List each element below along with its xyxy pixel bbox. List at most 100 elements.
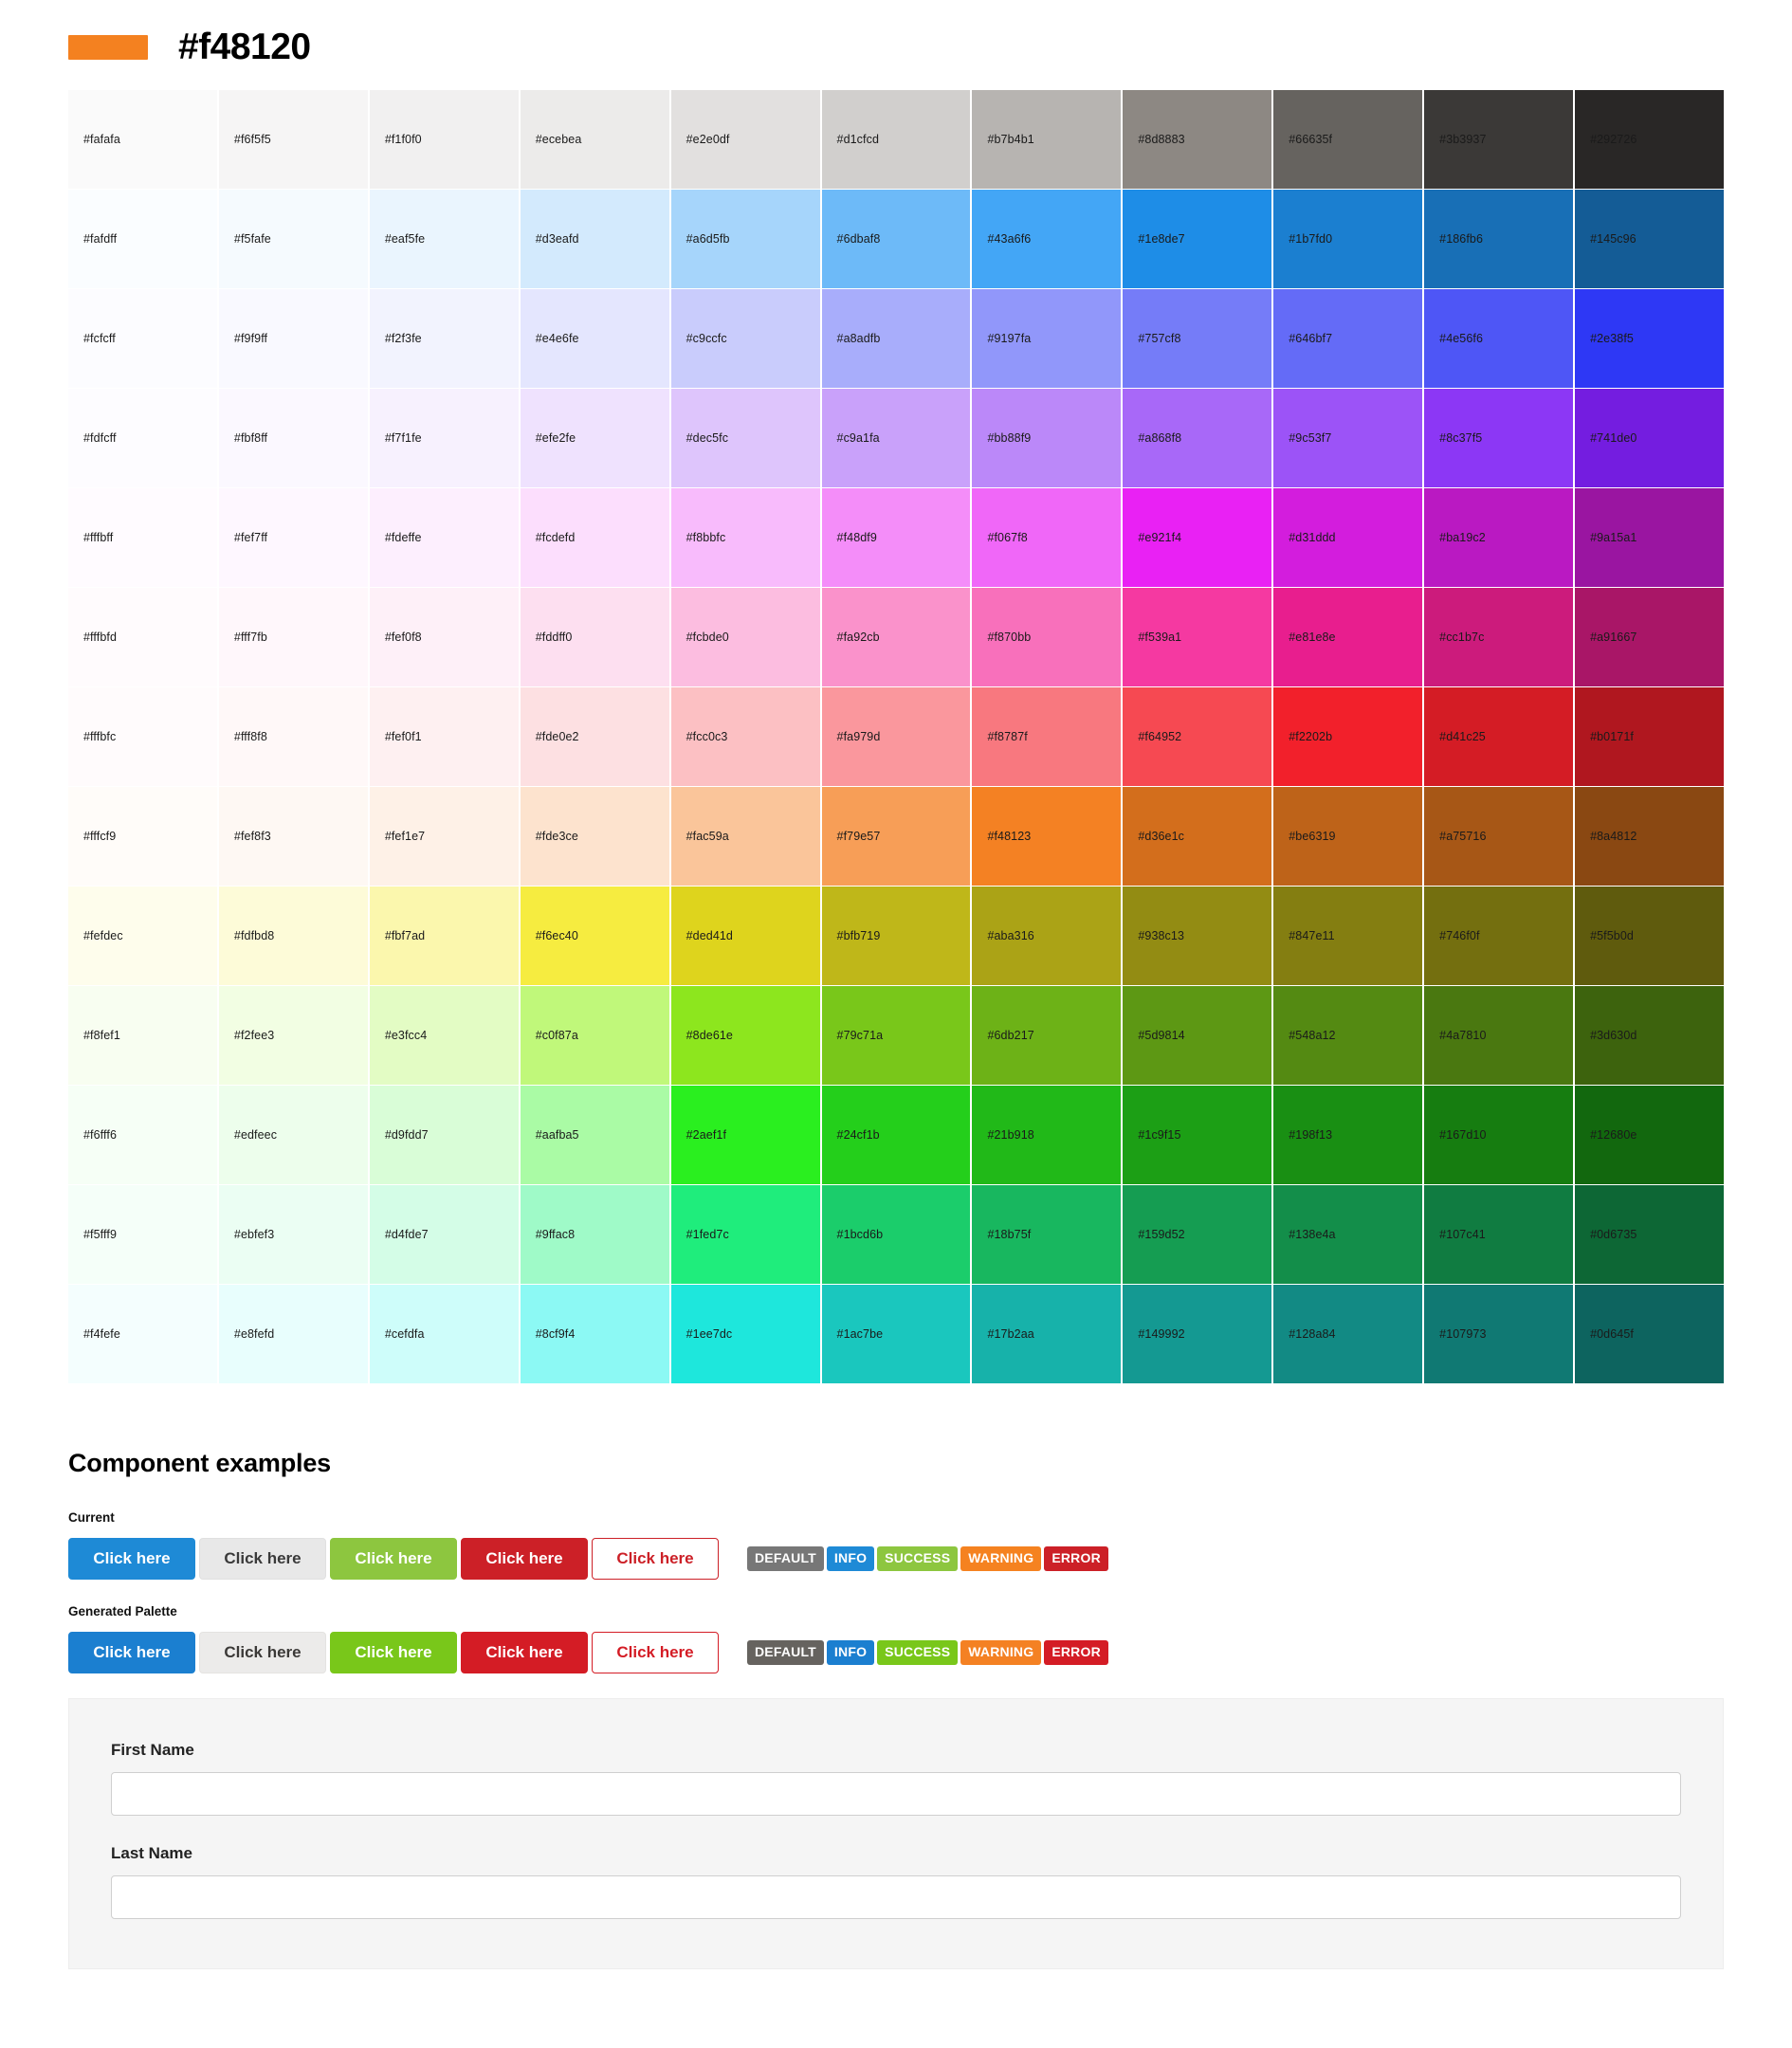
color-swatch[interactable]: #ba19c2 xyxy=(1424,488,1574,587)
color-swatch[interactable]: #be6319 xyxy=(1273,787,1423,886)
color-swatch[interactable]: #d41c25 xyxy=(1424,687,1574,786)
color-swatch[interactable]: #2aef1f xyxy=(670,1086,820,1184)
color-swatch[interactable]: #149992 xyxy=(1123,1285,1272,1383)
color-swatch[interactable]: #f2fee3 xyxy=(218,986,368,1085)
color-swatch[interactable]: #fdeffe xyxy=(369,488,519,587)
color-swatch[interactable]: #d1cfcd xyxy=(821,90,971,189)
color-swatch[interactable]: #1fed7c xyxy=(670,1185,820,1284)
color-swatch[interactable]: #186fb6 xyxy=(1424,190,1574,288)
color-swatch[interactable]: #746f0f xyxy=(1424,887,1574,985)
color-swatch[interactable]: #1c9f15 xyxy=(1123,1086,1272,1184)
color-swatch[interactable]: #3d630d xyxy=(1575,986,1724,1085)
click-here-primary-button[interactable]: Click here xyxy=(68,1538,195,1580)
color-swatch[interactable]: #107973 xyxy=(1424,1285,1574,1383)
color-swatch[interactable]: #8a4812 xyxy=(1575,787,1724,886)
color-swatch[interactable]: #fffbff xyxy=(68,488,217,587)
color-swatch[interactable]: #dec5fc xyxy=(670,389,820,487)
color-swatch[interactable]: #107c41 xyxy=(1424,1185,1574,1284)
color-swatch[interactable]: #edfeec xyxy=(218,1086,368,1184)
color-swatch[interactable]: #1e8de7 xyxy=(1123,190,1272,288)
color-swatch[interactable]: #fef8f3 xyxy=(218,787,368,886)
color-swatch[interactable]: #fffcf9 xyxy=(68,787,217,886)
color-swatch[interactable]: #fbf8ff xyxy=(218,389,368,487)
color-swatch[interactable]: #6dbaf8 xyxy=(821,190,971,288)
color-swatch[interactable]: #d4fde7 xyxy=(369,1185,519,1284)
color-swatch[interactable]: #fcfcff xyxy=(68,289,217,388)
color-swatch[interactable]: #5d9814 xyxy=(1123,986,1272,1085)
color-swatch[interactable]: #2e38f5 xyxy=(1575,289,1724,388)
color-swatch[interactable]: #fa92cb xyxy=(821,588,971,686)
color-swatch[interactable]: #d9fdd7 xyxy=(369,1086,519,1184)
color-swatch[interactable]: #aba316 xyxy=(972,887,1122,985)
color-swatch[interactable]: #f2f3fe xyxy=(369,289,519,388)
color-swatch[interactable]: #f539a1 xyxy=(1123,588,1272,686)
color-swatch[interactable]: #21b918 xyxy=(972,1086,1122,1184)
click-here-success-button[interactable]: Click here xyxy=(330,1538,457,1580)
color-swatch[interactable]: #e81e8e xyxy=(1273,588,1423,686)
color-swatch[interactable]: #4e56f6 xyxy=(1424,289,1574,388)
color-swatch[interactable]: #a8adfb xyxy=(821,289,971,388)
color-swatch[interactable]: #3b3937 xyxy=(1424,90,1574,189)
gp-click-here-success-button[interactable]: Click here xyxy=(330,1632,457,1673)
color-swatch[interactable]: #f6fff6 xyxy=(68,1086,217,1184)
gp-click-here-primary-button[interactable]: Click here xyxy=(68,1632,195,1673)
color-swatch[interactable]: #757cf8 xyxy=(1123,289,1272,388)
color-swatch[interactable]: #a6d5fb xyxy=(670,190,820,288)
color-swatch[interactable]: #f48123 xyxy=(972,787,1122,886)
color-swatch[interactable]: #d3eafd xyxy=(520,190,669,288)
color-swatch[interactable]: #66635f xyxy=(1273,90,1423,189)
color-swatch[interactable]: #fff7fb xyxy=(218,588,368,686)
color-swatch[interactable]: #fef7ff xyxy=(218,488,368,587)
color-swatch[interactable]: #fef0f8 xyxy=(369,588,519,686)
gp-click-here-default-button[interactable]: Click here xyxy=(199,1632,326,1673)
color-swatch[interactable]: #6db217 xyxy=(972,986,1122,1085)
color-swatch[interactable]: #0d6735 xyxy=(1575,1185,1724,1284)
color-swatch[interactable]: #4a7810 xyxy=(1424,986,1574,1085)
color-swatch[interactable]: #d31ddd xyxy=(1273,488,1423,587)
color-swatch[interactable]: #fde0e2 xyxy=(520,687,669,786)
color-swatch[interactable]: #f2202b xyxy=(1273,687,1423,786)
color-swatch[interactable]: #cc1b7c xyxy=(1424,588,1574,686)
color-swatch[interactable]: #8d8883 xyxy=(1123,90,1272,189)
color-swatch[interactable]: #aafba5 xyxy=(520,1086,669,1184)
color-swatch[interactable]: #1b7fd0 xyxy=(1273,190,1423,288)
color-swatch[interactable]: #847e11 xyxy=(1273,887,1423,985)
color-swatch[interactable]: #bfb719 xyxy=(821,887,971,985)
color-swatch[interactable]: #fffbfc xyxy=(68,687,217,786)
color-swatch[interactable]: #8c37f5 xyxy=(1424,389,1574,487)
color-swatch[interactable]: #f5fff9 xyxy=(68,1185,217,1284)
color-swatch[interactable]: #9c53f7 xyxy=(1273,389,1423,487)
color-swatch[interactable]: #e4e6fe xyxy=(520,289,669,388)
color-swatch[interactable]: #f1f0f0 xyxy=(369,90,519,189)
color-swatch[interactable]: #79c71a xyxy=(821,986,971,1085)
color-swatch[interactable]: #fbf7ad xyxy=(369,887,519,985)
color-swatch[interactable]: #fef0f1 xyxy=(369,687,519,786)
color-swatch[interactable]: #f5fafe xyxy=(218,190,368,288)
color-swatch[interactable]: #159d52 xyxy=(1123,1185,1272,1284)
color-swatch[interactable]: #f9f9ff xyxy=(218,289,368,388)
color-swatch[interactable]: #0d645f xyxy=(1575,1285,1724,1383)
color-swatch[interactable]: #9a15a1 xyxy=(1575,488,1724,587)
gp-click-here-outline-button[interactable]: Click here xyxy=(592,1632,719,1673)
color-swatch[interactable]: #ebfef3 xyxy=(218,1185,368,1284)
color-swatch[interactable]: #fef1e7 xyxy=(369,787,519,886)
color-swatch[interactable]: #938c13 xyxy=(1123,887,1272,985)
click-here-danger-button[interactable]: Click here xyxy=(461,1538,588,1580)
color-swatch[interactable]: #fafdff xyxy=(68,190,217,288)
color-swatch[interactable]: #fde3ce xyxy=(520,787,669,886)
color-swatch[interactable]: #fffbfd xyxy=(68,588,217,686)
color-swatch[interactable]: #efe2fe xyxy=(520,389,669,487)
color-swatch[interactable]: #f6ec40 xyxy=(520,887,669,985)
color-swatch[interactable]: #12680e xyxy=(1575,1086,1724,1184)
color-swatch[interactable]: #e8fefd xyxy=(218,1285,368,1383)
click-here-outline-button[interactable]: Click here xyxy=(592,1538,719,1580)
color-swatch[interactable]: #138e4a xyxy=(1273,1185,1423,1284)
color-swatch[interactable]: #1bcd6b xyxy=(821,1185,971,1284)
color-swatch[interactable]: #b0171f xyxy=(1575,687,1724,786)
color-swatch[interactable]: #fcc0c3 xyxy=(670,687,820,786)
color-swatch[interactable]: #f067f8 xyxy=(972,488,1122,587)
color-swatch[interactable]: #741de0 xyxy=(1575,389,1724,487)
color-swatch[interactable]: #f870bb xyxy=(972,588,1122,686)
color-swatch[interactable]: #fafafa xyxy=(68,90,217,189)
color-swatch[interactable]: #f79e57 xyxy=(821,787,971,886)
